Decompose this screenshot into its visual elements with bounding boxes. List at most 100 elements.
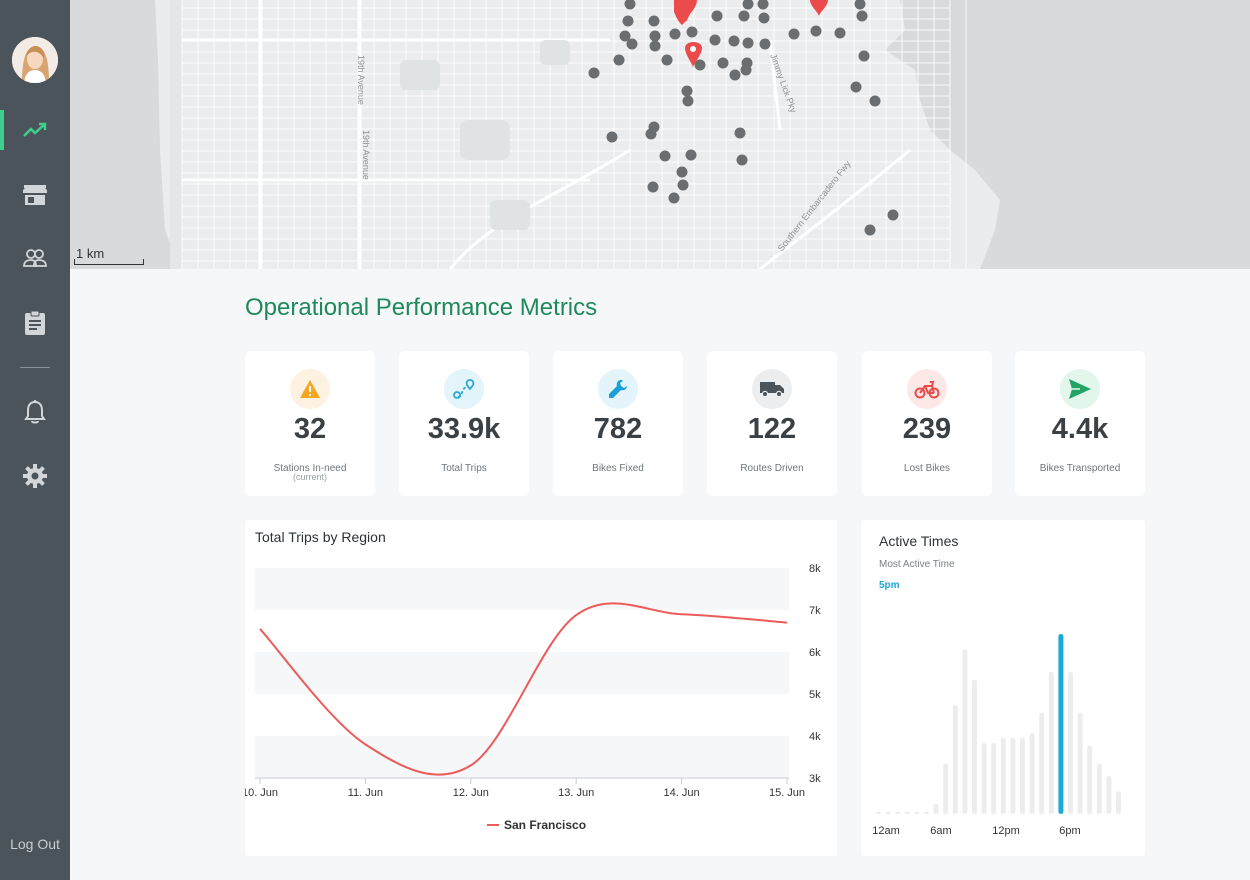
station-marker[interactable] [647, 181, 659, 193]
active-times-bar-chart[interactable]: 12am 6am 12pm 6pm [861, 520, 1145, 856]
station-marker[interactable] [869, 95, 881, 107]
x-tick-label: 6am [930, 825, 951, 837]
active-bar[interactable] [1048, 672, 1054, 814]
station-map[interactable]: 19th Avenue 19th Avenue Jimmy Lick Pky S… [70, 0, 1250, 269]
station-marker[interactable] [677, 179, 689, 191]
nav-dashboard[interactable] [0, 110, 70, 150]
x-tick-label: 14. Jun [664, 787, 700, 799]
active-bar[interactable] [895, 811, 901, 814]
trips-chart-card: Total Trips by Region 3k 4k 5k 6k 7k 8k 10. Ju… [245, 520, 837, 856]
station-marker[interactable] [728, 35, 740, 47]
active-bar[interactable] [1087, 745, 1093, 814]
station-marker[interactable] [856, 10, 868, 22]
users-icon [23, 249, 47, 267]
station-marker[interactable] [613, 54, 625, 66]
station-marker[interactable] [681, 85, 693, 97]
metric-card-stations[interactable]: 32 Stations In-need (current) [245, 351, 375, 496]
nav-settings[interactable] [0, 456, 70, 496]
station-marker[interactable] [850, 81, 862, 93]
y-tick-label: 3k [809, 773, 821, 785]
station-marker[interactable] [648, 15, 660, 27]
active-bar[interactable] [991, 743, 997, 814]
station-marker[interactable] [606, 131, 618, 143]
station-marker[interactable] [887, 209, 899, 221]
active-bar[interactable] [943, 763, 949, 814]
station-marker[interactable] [864, 224, 876, 236]
x-tick-label: 12. Jun [453, 787, 489, 799]
active-bar[interactable] [1029, 732, 1035, 814]
station-marker[interactable] [858, 50, 870, 62]
active-bar[interactable] [1039, 712, 1045, 814]
active-bar[interactable] [972, 679, 977, 814]
active-bar[interactable] [962, 649, 968, 814]
metric-label: Bikes Transported [1039, 463, 1121, 474]
station-marker[interactable] [649, 40, 661, 52]
metric-card-bikes-fixed[interactable]: 782 Bikes Fixed [553, 351, 683, 496]
send-icon [1060, 369, 1100, 409]
active-bar[interactable] [933, 803, 939, 814]
active-bar[interactable] [1106, 775, 1112, 814]
station-marker[interactable] [668, 192, 680, 204]
station-marker[interactable] [788, 28, 800, 40]
metric-value: 122 [747, 413, 797, 445]
active-bar-highlight[interactable] [1058, 634, 1064, 814]
legend-label[interactable]: San Francisco [504, 818, 586, 832]
station-marker[interactable] [659, 150, 671, 162]
active-bar[interactable] [904, 811, 910, 814]
trips-line-chart[interactable]: 3k 4k 5k 6k 7k 8k 10. Jun 11. Jun 12. Jun 13. Jun… [245, 520, 837, 856]
station-marker[interactable] [740, 64, 752, 76]
page-title: Operational Performance Metrics [245, 294, 598, 321]
x-tick-label: 12am [872, 825, 900, 837]
station-marker[interactable] [626, 38, 638, 50]
station-marker[interactable] [669, 28, 681, 40]
metric-card-lost-bikes[interactable]: 239 Lost Bikes [862, 351, 992, 496]
active-bar[interactable] [914, 811, 920, 814]
active-bar[interactable] [885, 811, 891, 814]
metric-label: Lost Bikes [903, 463, 951, 474]
logout-button[interactable]: Log Out [0, 836, 70, 852]
station-marker[interactable] [709, 34, 721, 46]
station-marker[interactable] [729, 69, 741, 81]
active-bar[interactable] [981, 743, 987, 814]
station-marker[interactable] [810, 25, 822, 37]
y-tick-label: 8k [809, 563, 821, 575]
metric-card-transported[interactable]: 4.4k Bikes Transported [1015, 351, 1145, 496]
station-marker[interactable] [759, 38, 771, 50]
station-marker[interactable] [682, 95, 694, 107]
active-bar[interactable] [1096, 763, 1102, 814]
x-tick-label: 12pm [992, 825, 1020, 837]
nav-users[interactable] [0, 238, 70, 278]
station-marker[interactable] [734, 127, 746, 139]
avatar[interactable] [12, 37, 58, 83]
station-marker[interactable] [717, 57, 729, 69]
station-marker[interactable] [676, 166, 688, 178]
station-marker[interactable] [645, 128, 657, 140]
station-marker[interactable] [711, 10, 723, 22]
station-marker[interactable] [738, 10, 750, 22]
station-marker[interactable] [736, 154, 748, 166]
active-bar[interactable] [876, 811, 881, 814]
station-marker[interactable] [686, 26, 698, 38]
station-marker[interactable] [661, 54, 673, 66]
active-bar[interactable] [1000, 737, 1006, 814]
active-bar[interactable] [1068, 672, 1073, 814]
nav-stations[interactable] [0, 175, 70, 215]
station-marker[interactable] [622, 15, 634, 27]
active-bar[interactable] [1077, 712, 1083, 814]
active-bar[interactable] [924, 811, 929, 814]
station-marker[interactable] [742, 37, 754, 49]
active-bar[interactable] [1020, 737, 1025, 814]
nav-notifications[interactable] [0, 392, 70, 432]
grid-band [255, 652, 789, 694]
station-marker[interactable] [649, 30, 661, 42]
active-bar[interactable] [952, 704, 958, 814]
station-marker[interactable] [758, 12, 770, 24]
active-bar[interactable] [1116, 791, 1121, 814]
station-marker[interactable] [834, 27, 846, 39]
nav-tasks[interactable] [0, 303, 70, 343]
metric-card-trips[interactable]: 33.9k Total Trips [399, 351, 529, 496]
metric-card-routes[interactable]: 122 Routes Driven [707, 351, 837, 496]
station-marker[interactable] [588, 67, 600, 79]
station-marker[interactable] [685, 149, 697, 161]
active-bar[interactable] [1010, 737, 1016, 814]
